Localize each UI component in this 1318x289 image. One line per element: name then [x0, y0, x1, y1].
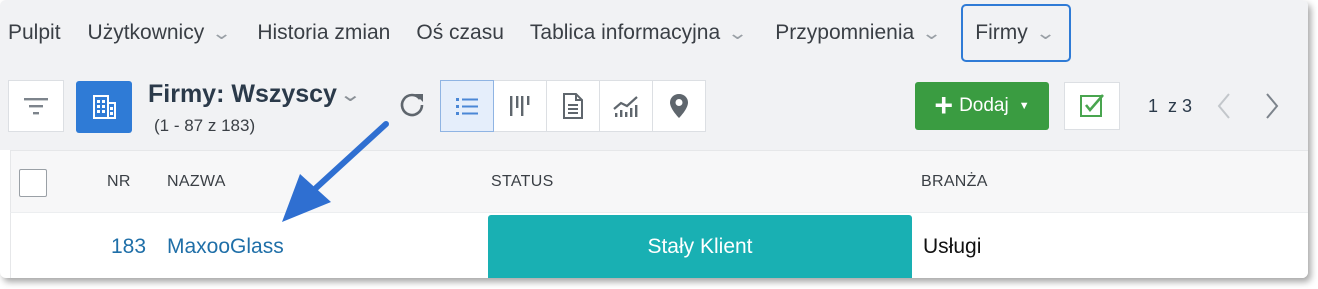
mass-select-button[interactable] — [1064, 82, 1120, 130]
nav-item-historia-zmian[interactable]: Historia zmian — [257, 10, 390, 56]
company-name-link[interactable]: MaxooGlass — [167, 235, 284, 259]
row-number-link[interactable]: 183 — [111, 235, 146, 259]
filter-button[interactable] — [8, 80, 64, 132]
nav-item-label: Historia zmian — [257, 21, 391, 44]
pagination-text: 1 z 3 — [1148, 96, 1193, 116]
next-page-button[interactable] — [1262, 90, 1282, 127]
column-header-status[interactable]: STATUS — [491, 173, 554, 191]
filter-icon — [24, 98, 48, 115]
status-badge: Stały Klient — [488, 215, 912, 278]
refresh-button[interactable] — [396, 88, 428, 120]
nav-item-pulpit[interactable]: Pulpit — [8, 10, 61, 56]
kanban-view-button[interactable] — [493, 80, 547, 132]
checkbox-icon — [1080, 94, 1104, 117]
nav-item-label: Pulpit — [8, 21, 61, 44]
chevron-left-icon — [1217, 93, 1230, 119]
nav-item-label: Oś czasu — [416, 21, 504, 44]
chevron-down-icon: ⌄ — [921, 22, 943, 43]
status-label: Stały Klient — [647, 235, 753, 258]
nav-item-os-czasu[interactable]: Oś czasu — [416, 10, 504, 56]
column-header-nr[interactable]: NR — [107, 173, 131, 191]
nav-item-firmy[interactable]: Firmy ⌄ — [961, 4, 1071, 62]
nav-item-label: Firmy — [975, 21, 1028, 44]
app-window: Pulpit Użytkownicy ⌄ Historia zmian Oś c… — [0, 0, 1308, 278]
nav-item-tablica-informacyjna[interactable]: Tablica informacyjna ⌄ — [529, 10, 749, 56]
column-header-nazwa[interactable]: NAZWA — [167, 173, 226, 191]
list-view-button[interactable] — [440, 80, 494, 132]
table-row: 183 MaxooGlass Stały Klient Usługi — [10, 212, 1308, 278]
list-toolbar: Firmy: Wszyscy ⌄ (1 - 87 z 183) + Dodaj … — [0, 66, 1308, 150]
nav-item-label: Tablica informacyjna — [529, 21, 721, 44]
record-count: (1 - 87 z 183) — [154, 116, 256, 135]
nav-item-label: Użytkownicy — [87, 21, 205, 44]
map-pin-icon — [670, 94, 688, 118]
previous-page-button[interactable] — [1214, 90, 1234, 127]
chevron-right-icon — [1266, 93, 1279, 119]
branch-cell: Usługi — [923, 235, 982, 258]
top-navigation: Pulpit Użytkownicy ⌄ Historia zmian Oś c… — [0, 0, 1308, 66]
plus-icon: + — [934, 86, 954, 123]
caret-down-icon: ▼ — [1018, 100, 1030, 112]
kanban-view-icon — [510, 96, 530, 116]
view-mode-group — [440, 80, 706, 132]
document-view-icon — [563, 93, 583, 119]
select-all-checkbox[interactable] — [19, 169, 47, 197]
column-header-branza[interactable]: BRANŻA — [921, 173, 988, 191]
chevron-down-icon: ⌄ — [1034, 22, 1056, 43]
table-header: NR NAZWA STATUS BRANŻA — [10, 150, 1308, 212]
add-button-label: Dodaj — [959, 95, 1009, 116]
nav-item-label: Przypomnienia — [775, 21, 915, 44]
chart-view-button[interactable] — [599, 80, 653, 132]
building-icon — [93, 95, 116, 119]
nav-item-uzytkownicy[interactable]: Użytkownicy ⌄ — [87, 10, 233, 56]
map-view-button[interactable] — [652, 80, 706, 132]
chevron-down-icon: ⌄ — [727, 22, 749, 43]
nav-item-przypomnienia[interactable]: Przypomnienia ⌄ — [775, 10, 943, 56]
list-view-icon — [456, 98, 478, 115]
view-selector-title[interactable]: Firmy: Wszyscy — [148, 80, 337, 109]
document-view-button[interactable] — [546, 80, 600, 132]
chevron-down-icon: ⌄ — [211, 22, 233, 43]
add-button[interactable]: + Dodaj ▼ — [915, 82, 1049, 130]
module-icon — [76, 81, 132, 133]
refresh-icon — [400, 93, 424, 117]
chevron-down-icon[interactable]: ⌄ — [339, 82, 362, 107]
chart-view-icon — [613, 96, 638, 117]
